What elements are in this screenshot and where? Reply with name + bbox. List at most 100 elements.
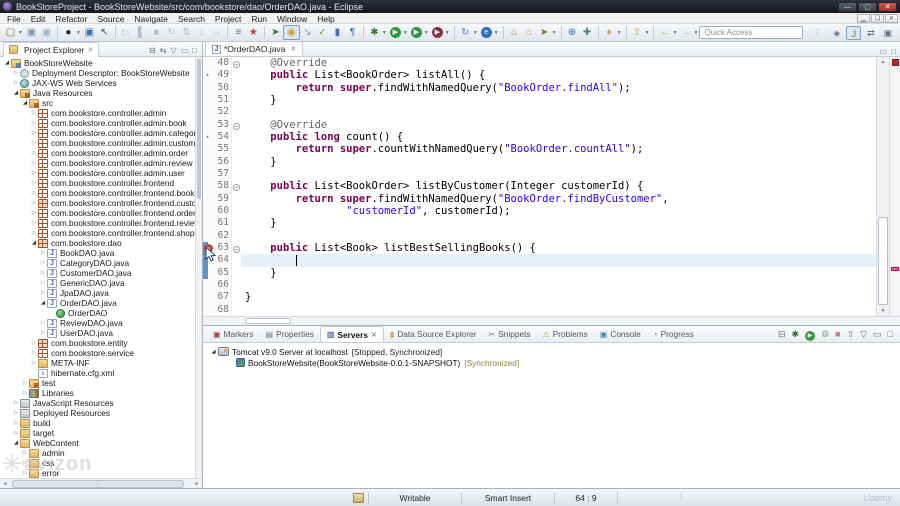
collapse-arrow-icon[interactable]: ◢ bbox=[21, 100, 29, 106]
step-over-icon[interactable]: → bbox=[209, 25, 224, 40]
tree-item[interactable]: ▷ J UserDAO.java bbox=[0, 328, 195, 338]
code-text[interactable]: } bbox=[241, 156, 876, 168]
child-minimize-button[interactable]: ▁ bbox=[857, 13, 870, 23]
tree-item[interactable]: ▷ com.bookstore.controller.frontend.revie… bbox=[0, 218, 195, 228]
expand-arrow-icon[interactable]: ▷ bbox=[39, 270, 47, 276]
expand-arrow-icon[interactable]: ▷ bbox=[12, 70, 20, 76]
code-text[interactable]: public List<Book> listBestSellingBooks()… bbox=[241, 242, 876, 254]
profile-server-icon[interactable]: ⚙ bbox=[818, 329, 832, 339]
tab-servers[interactable]: ▥ Servers ✕ bbox=[319, 326, 384, 342]
tree-item[interactable]: ▷ com.bookstore.controller.admin.user bbox=[0, 168, 195, 178]
expand-arrow-icon[interactable]: ▷ bbox=[39, 250, 47, 256]
tree-item[interactable]: ▷ admin bbox=[0, 448, 195, 458]
internet-browser-icon[interactable]: e ▼ bbox=[479, 25, 500, 40]
tree-item[interactable]: ▷ error bbox=[0, 468, 195, 478]
minimize-button[interactable]: — bbox=[838, 1, 857, 12]
editor-minimize-icon[interactable]: ▭ bbox=[878, 47, 890, 56]
tree-item[interactable]: ▷ Libraries bbox=[0, 388, 195, 398]
menu-file[interactable]: File bbox=[2, 14, 26, 24]
run-icon[interactable]: ▶ ▼ bbox=[388, 25, 409, 40]
open-resource-icon[interactable]: ⌂ bbox=[507, 25, 522, 40]
debug-icon[interactable]: ✱ ▼ bbox=[367, 25, 388, 40]
server-row[interactable]: ◢ Tomcat v9.0 Server at localhost [Stoppe… bbox=[209, 346, 900, 357]
expand-arrow-icon[interactable]: ▷ bbox=[39, 330, 47, 336]
view-menu-icon[interactable]: ▽ bbox=[168, 46, 178, 55]
web-globe-icon[interactable]: ⊕ bbox=[565, 25, 580, 40]
tree-item[interactable]: ▷ JAX-WS Web Services bbox=[0, 78, 195, 88]
close-view-icon[interactable]: ✕ bbox=[87, 46, 93, 54]
collapse-arrow-icon[interactable]: ◢ bbox=[30, 240, 38, 246]
editor-tab-orderdao[interactable]: J *OrderDAO.java ✕ bbox=[205, 41, 304, 56]
code-text[interactable]: @Override bbox=[241, 57, 876, 69]
expand-arrow-icon[interactable]: ▷ bbox=[39, 320, 47, 326]
expand-arrow-icon[interactable]: ▷ bbox=[39, 280, 47, 286]
tree-item[interactable]: ▷ J BookDAO.java bbox=[0, 248, 195, 258]
tree-item[interactable]: ▷ com.bookstore.controller.frontend.order bbox=[0, 208, 195, 218]
pin-editor-icon[interactable]: ➤ bbox=[268, 25, 283, 40]
collapse-arrow-icon[interactable]: ◢ bbox=[3, 60, 11, 66]
code-text[interactable] bbox=[241, 279, 876, 291]
error-summary-icon[interactable] bbox=[892, 59, 899, 66]
tree-item[interactable]: ▷ J JpaDAO.java bbox=[0, 288, 195, 298]
editor-maximize-icon[interactable]: □ bbox=[889, 47, 898, 56]
profile-icon[interactable]: ▶ ▼ bbox=[430, 25, 451, 40]
tree-item[interactable]: ▷ J GenericDAO.java bbox=[0, 278, 195, 288]
tree-item[interactable]: ◢ Java Resources bbox=[0, 88, 195, 98]
explorer-vscrollbar[interactable] bbox=[195, 57, 202, 478]
expand-arrow-icon[interactable]: ▷ bbox=[39, 290, 47, 296]
show-view-icon[interactable]: ≡ bbox=[231, 25, 246, 40]
explorer-hscrollbar[interactable]: ◂ ⋯ ▸ bbox=[0, 478, 202, 488]
expand-arrow-icon[interactable]: ▷ bbox=[12, 80, 20, 86]
tree-item[interactable]: ▷ Deployed Resources bbox=[0, 408, 195, 418]
tree-item[interactable]: ▷ J ReviewDAO.java bbox=[0, 318, 195, 328]
tree-item[interactable]: ◢ BookStoreWebsite bbox=[0, 58, 195, 68]
expand-arrow-icon[interactable]: ▷ bbox=[30, 190, 38, 196]
tree-item[interactable]: ▷ J CategoryDAO.java bbox=[0, 258, 195, 268]
child-close-button[interactable]: ✕ bbox=[885, 13, 898, 23]
expand-arrow-icon[interactable]: ▷ bbox=[21, 450, 29, 456]
tab-console[interactable]: ▣ Console bbox=[594, 326, 647, 342]
expand-arrow-icon[interactable]: ▷ bbox=[30, 220, 38, 226]
skip-breakpoints-icon[interactable]: ▷ bbox=[119, 25, 134, 40]
pin-location-icon[interactable]: ♦ ▼ bbox=[602, 25, 623, 40]
junit-icon[interactable]: ▮ bbox=[330, 25, 345, 40]
child-restore-button[interactable]: ❏ bbox=[871, 13, 884, 23]
collapse-all-icon[interactable]: ⊟ bbox=[147, 46, 158, 55]
expand-arrow-icon[interactable]: ▷ bbox=[12, 430, 20, 436]
step-into-icon[interactable]: ↓ bbox=[194, 25, 209, 40]
editor-hscrollbar[interactable] bbox=[203, 316, 900, 325]
tab-snippets[interactable]: ✂ Snippets bbox=[483, 326, 537, 342]
expand-arrow-icon[interactable]: ▷ bbox=[30, 140, 38, 146]
tree-item[interactable]: ▷ com.bookstore.service bbox=[0, 348, 195, 358]
minimize-view-icon[interactable]: ▭ bbox=[179, 46, 191, 55]
selection-pointer-icon[interactable]: ↖ bbox=[97, 25, 112, 40]
disconnect-icon[interactable]: ⇅ bbox=[179, 25, 194, 40]
tree-item[interactable]: ▷ com.bookstore.controller.frontend bbox=[0, 178, 195, 188]
external-tools-icon[interactable]: ★ bbox=[246, 25, 261, 40]
tree-item[interactable]: ▷ test bbox=[0, 378, 195, 388]
code-text[interactable] bbox=[241, 168, 876, 180]
code-text[interactable]: public long count() { bbox=[241, 131, 876, 143]
code-text[interactable]: public List<BookOrder> listAll() { bbox=[241, 69, 876, 81]
expand-arrow-icon[interactable]: ▷ bbox=[12, 420, 20, 426]
expand-arrow-icon[interactable]: ▷ bbox=[30, 160, 38, 166]
menu-run[interactable]: Run bbox=[246, 14, 272, 24]
expand-arrow-icon[interactable]: ▷ bbox=[21, 460, 29, 466]
tree-item[interactable]: ▷ com.bookstore.controller.admin bbox=[0, 108, 195, 118]
stop-server-icon[interactable]: ■ bbox=[832, 329, 843, 339]
tree-item[interactable]: ▷ META-INF bbox=[0, 358, 195, 368]
tree-item[interactable]: ▷ com.bookstore.controller.admin.review bbox=[0, 158, 195, 168]
tree-item[interactable]: ▷ com.bookstore.controller.admin.book bbox=[0, 118, 195, 128]
maximize-view-icon[interactable]: □ bbox=[885, 329, 896, 339]
fold-collapse-icon[interactable]: − bbox=[231, 57, 241, 70]
menu-project[interactable]: Project bbox=[210, 14, 246, 24]
expand-arrow-icon[interactable]: ▷ bbox=[30, 150, 38, 156]
expand-arrow-icon[interactable]: ▷ bbox=[30, 110, 38, 116]
relaunch-icon[interactable]: ↻ bbox=[164, 25, 179, 40]
expand-arrow-icon[interactable]: ▷ bbox=[30, 180, 38, 186]
code-text[interactable] bbox=[241, 230, 876, 242]
back-history-icon[interactable]: ← ▼ bbox=[657, 25, 678, 40]
expand-arrow-icon[interactable]: ▷ bbox=[30, 210, 38, 216]
minimize-view-icon[interactable]: ▭ bbox=[870, 329, 885, 339]
close-tab-icon[interactable]: ✕ bbox=[371, 331, 377, 339]
